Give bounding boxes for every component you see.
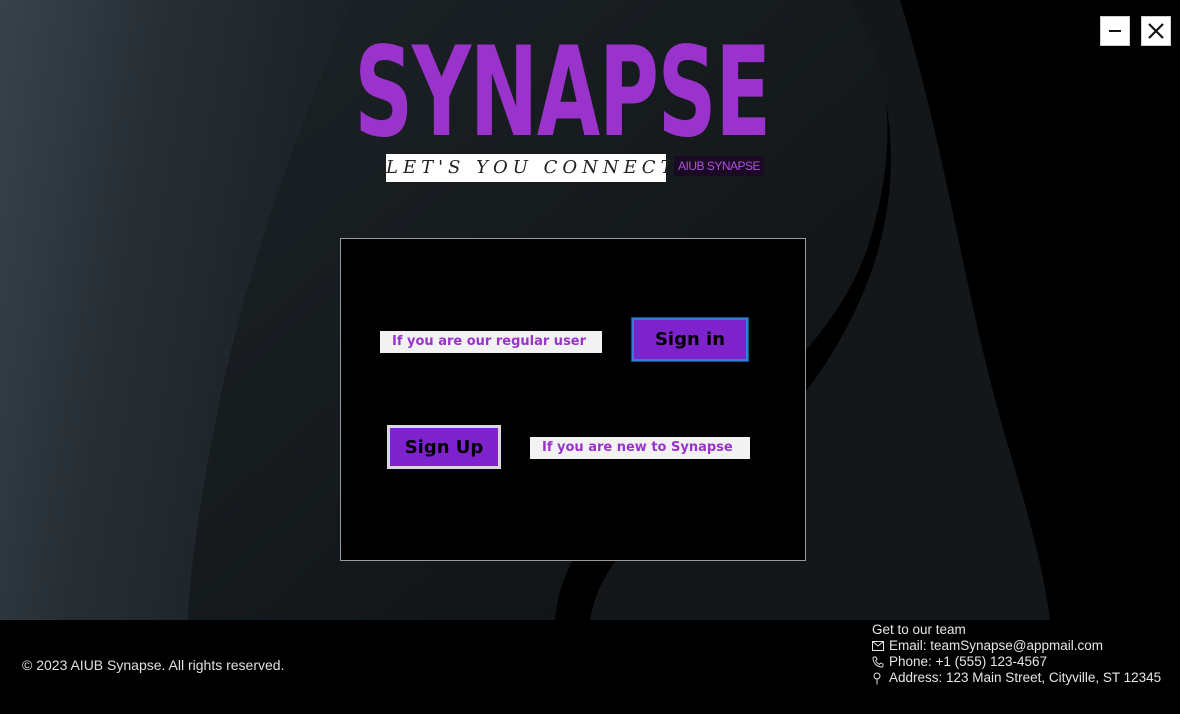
signin-button[interactable]: Sign in	[631, 317, 749, 362]
contact-heading-text: Get to our team	[872, 622, 966, 637]
contact-address-text: Address: 123 Main Street, Cityville, ST …	[889, 670, 1162, 685]
contact-email: Email: teamSynapse@appmail.com	[872, 638, 1161, 654]
contact-phone-text: Phone: +1 (555) 123-4567	[889, 654, 1047, 669]
contact-email-text: Email: teamSynapse@appmail.com	[889, 638, 1104, 653]
address-pin-icon	[872, 672, 886, 685]
regular-user-note: If you are our regular user	[380, 331, 602, 353]
new-user-note: If you are new to Synapse	[530, 437, 750, 459]
brand-badge: AIUB SYNAPSE	[674, 156, 765, 176]
logo-tagline: LET'S YOU CONNECT	[386, 154, 673, 182]
contact-info: Get to our team Email: teamSynapse@appma…	[872, 622, 1161, 686]
app-logo-title: SYNAPSE	[354, 21, 771, 165]
minimize-icon	[1109, 30, 1121, 32]
contact-address: Address: 123 Main Street, Cityville, ST …	[872, 670, 1161, 686]
auth-panel	[340, 238, 806, 561]
phone-icon	[872, 656, 886, 668]
app-window: SYNAPSE LET'S YOU CONNECT AIUB SYNAPSE I…	[0, 0, 1180, 714]
signup-button[interactable]: Sign Up	[387, 425, 501, 469]
contact-phone: Phone: +1 (555) 123-4567	[872, 654, 1161, 670]
email-icon	[872, 641, 886, 651]
close-button[interactable]	[1141, 16, 1171, 46]
copyright-text: © 2023 AIUB Synapse. All rights reserved…	[22, 657, 285, 673]
minimize-button[interactable]	[1100, 16, 1130, 46]
close-icon	[1148, 23, 1164, 39]
contact-heading: Get to our team	[872, 622, 1161, 638]
